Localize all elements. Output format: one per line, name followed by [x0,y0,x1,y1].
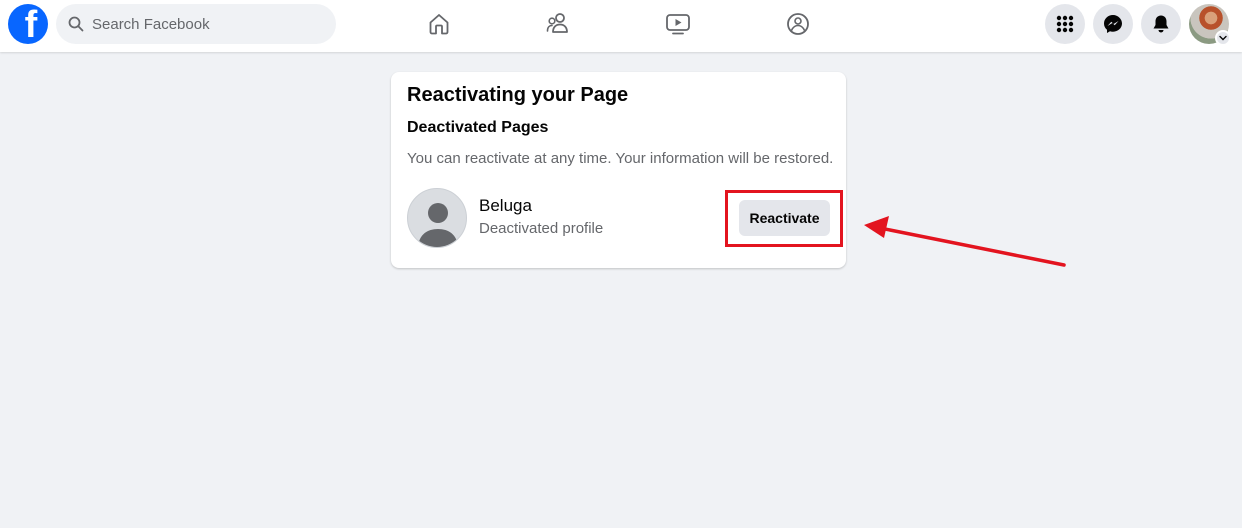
pointer-arrow-annotation [864,216,1066,267]
